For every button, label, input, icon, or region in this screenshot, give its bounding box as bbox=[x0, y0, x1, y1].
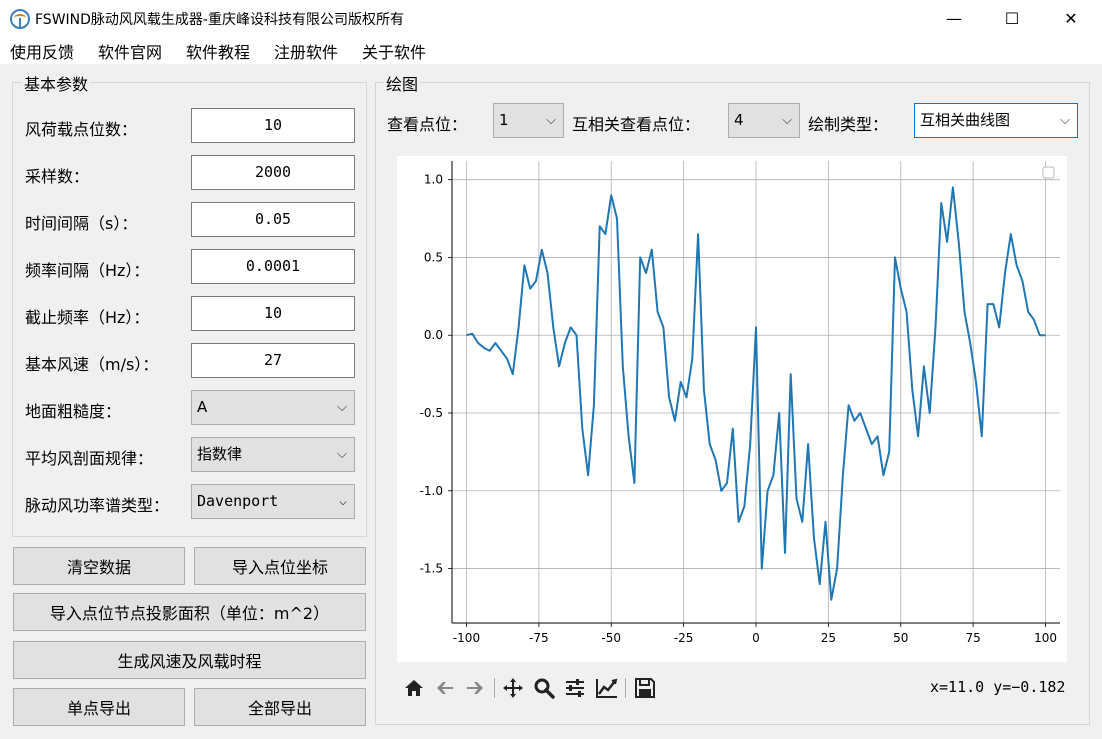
generate-button[interactable]: 生成风速及风载时程 bbox=[13, 641, 366, 679]
roughness-select[interactable]: A ⌵ bbox=[191, 390, 355, 425]
title-bar: FSWIND脉动风风载生成器-重庆峰设科技有限公司版权所有 — ☐ ✕ bbox=[0, 0, 1102, 36]
menu-bar: 使用反馈 软件官网 软件教程 注册软件 关于软件 bbox=[0, 36, 1102, 64]
import-area-button[interactable]: 导入点位节点投影面积（单位：m^2） bbox=[13, 593, 366, 631]
y-tick-label: 1.0 bbox=[424, 173, 443, 187]
y-tick-label: -1.5 bbox=[420, 562, 443, 576]
sample-count-label: 采样数： bbox=[25, 167, 90, 186]
y-tick-label: 0.5 bbox=[424, 250, 443, 264]
profile-law-select[interactable]: 指数律 ⌵ bbox=[191, 437, 355, 472]
minimize-button[interactable]: — bbox=[925, 0, 983, 36]
plot-group-title: 绘图 bbox=[384, 71, 421, 95]
y-tick-label: 0.0 bbox=[424, 328, 443, 342]
freq-step-label: 频率间隔（Hz）： bbox=[25, 261, 150, 280]
cross-correlation-chart: -100 -75 -50 -25 0 25 50 75 100 1.0 0.5 0.0 -0.5 -1.0… bbox=[420, 161, 1060, 645]
subplots-config-icon[interactable] bbox=[563, 676, 587, 700]
menu-website[interactable]: 软件官网 bbox=[98, 39, 162, 63]
roughness-value: A bbox=[197, 398, 208, 416]
x-tick-label: -100 bbox=[453, 631, 480, 645]
cross-point-label: 互相关查看点位： bbox=[572, 115, 701, 134]
draw-type-select[interactable]: 互相关曲线图 ⌵ bbox=[914, 103, 1078, 138]
profile-law-value: 指数律 bbox=[197, 445, 243, 463]
draw-type-label: 绘制类型： bbox=[808, 115, 889, 134]
time-step-label: 时间间隔（s）： bbox=[25, 214, 138, 233]
cross-point-select[interactable]: 4 ⌵ bbox=[728, 103, 800, 138]
roughness-label: 地面粗糙度： bbox=[25, 402, 122, 421]
x-tick-label: 0 bbox=[752, 631, 760, 645]
window-title: FSWIND脉动风风载生成器-重庆峰设科技有限公司版权所有 bbox=[35, 12, 404, 28]
back-arrow-icon[interactable] bbox=[433, 676, 457, 700]
chevron-down-icon: ⌵ bbox=[546, 113, 556, 128]
spectrum-type-select[interactable]: Davenport ⌵ bbox=[191, 484, 355, 519]
cursor-coords-readout: x=11.0 y=−0.182 bbox=[930, 678, 1066, 696]
view-point-select[interactable]: 1 ⌵ bbox=[493, 103, 564, 138]
toolbar-separator bbox=[494, 678, 495, 698]
close-button[interactable]: ✕ bbox=[1042, 0, 1100, 36]
x-tick-label: 75 bbox=[966, 631, 981, 645]
menu-feedback[interactable]: 使用反馈 bbox=[10, 39, 74, 63]
time-step-input[interactable]: 0.05 bbox=[191, 202, 355, 237]
edit-curve-icon[interactable] bbox=[595, 676, 619, 700]
plot-canvas[interactable]: -100 -75 -50 -25 0 25 50 75 100 1.0 0.5 0.0 -0.5 -1.0… bbox=[397, 156, 1067, 662]
profile-law-label: 平均风剖面规律： bbox=[25, 449, 154, 468]
view-point-value: 1 bbox=[499, 111, 509, 129]
view-point-label: 查看点位： bbox=[387, 115, 468, 134]
pan-icon[interactable] bbox=[501, 676, 525, 700]
spectrum-type-value: Davenport bbox=[197, 492, 279, 510]
sample-count-input[interactable]: 2000 bbox=[191, 155, 355, 190]
params-group-title: 基本参数 bbox=[22, 71, 91, 95]
cutoff-freq-label: 截止频率（Hz）： bbox=[25, 308, 150, 327]
cutoff-freq-input[interactable]: 10 bbox=[191, 296, 355, 331]
menu-register[interactable]: 注册软件 bbox=[274, 39, 338, 63]
x-tick-label: 100 bbox=[1034, 631, 1057, 645]
toolbar-separator bbox=[625, 678, 626, 698]
draw-type-value: 互相关曲线图 bbox=[920, 111, 1011, 129]
export-single-button[interactable]: 单点导出 bbox=[13, 688, 185, 726]
import-coords-button[interactable]: 导入点位坐标 bbox=[194, 547, 366, 585]
chevron-down-icon: ⌵ bbox=[339, 494, 347, 509]
spectrum-type-label: 脉动风功率谱类型： bbox=[25, 496, 170, 515]
point-count-input[interactable]: 10 bbox=[191, 108, 355, 143]
x-tick-label: -25 bbox=[674, 631, 694, 645]
chevron-down-icon: ⌵ bbox=[1060, 113, 1070, 128]
chevron-down-icon: ⌵ bbox=[782, 113, 792, 128]
home-icon[interactable] bbox=[402, 676, 426, 700]
x-tick-label: 50 bbox=[893, 631, 908, 645]
menu-about[interactable]: 关于软件 bbox=[362, 39, 426, 63]
chevron-down-icon: ⌵ bbox=[337, 400, 347, 415]
x-tick-label: -75 bbox=[529, 631, 549, 645]
export-all-button[interactable]: 全部导出 bbox=[194, 688, 366, 726]
zoom-icon[interactable] bbox=[532, 676, 556, 700]
cross-point-value: 4 bbox=[734, 111, 744, 129]
save-icon[interactable] bbox=[633, 676, 657, 700]
point-count-label: 风荷载点位数： bbox=[25, 120, 138, 139]
y-tick-label: -0.5 bbox=[420, 406, 443, 420]
freq-step-input[interactable]: 0.0001 bbox=[191, 249, 355, 284]
legend-checkbox-icon bbox=[1042, 166, 1055, 179]
basic-wind-speed-label: 基本风速（m/s）： bbox=[25, 355, 159, 374]
forward-arrow-icon[interactable] bbox=[463, 676, 487, 700]
clear-data-button[interactable]: 清空数据 bbox=[13, 547, 185, 585]
basic-wind-speed-input[interactable]: 27 bbox=[191, 343, 355, 378]
x-tick-label: -50 bbox=[601, 631, 621, 645]
chevron-down-icon: ⌵ bbox=[337, 447, 347, 462]
maximize-button[interactable]: ☐ bbox=[983, 0, 1041, 36]
x-tick-label: 25 bbox=[821, 631, 836, 645]
y-tick-label: -1.0 bbox=[420, 484, 443, 498]
app-logo-icon bbox=[10, 9, 30, 29]
menu-tutorial[interactable]: 软件教程 bbox=[186, 39, 250, 63]
